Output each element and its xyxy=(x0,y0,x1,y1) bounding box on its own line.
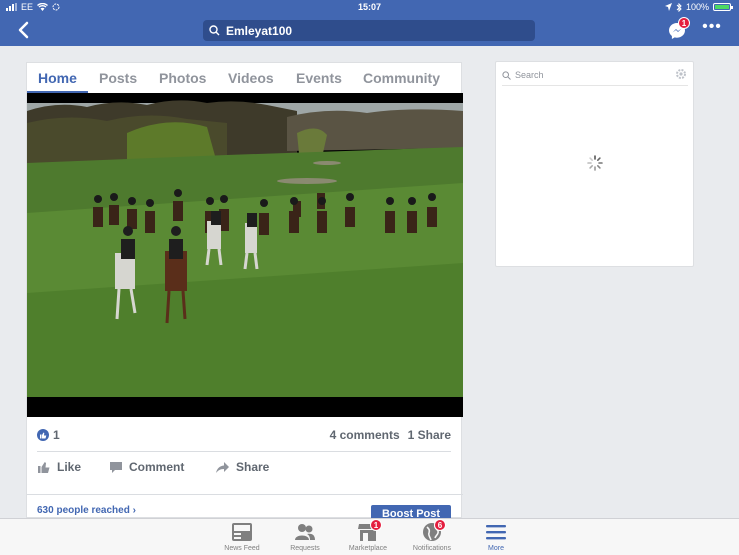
stats-divider xyxy=(37,451,451,452)
people-reached-link[interactable]: 630 people reached › xyxy=(37,505,136,516)
search-icon xyxy=(209,25,220,36)
like-label: Like xyxy=(57,460,82,474)
back-icon[interactable] xyxy=(16,20,30,40)
tab-videos[interactable]: Videos xyxy=(228,63,274,93)
battery-percent: 100% xyxy=(685,2,709,12)
notifications-badge: 6 xyxy=(434,519,446,531)
messenger-button[interactable]: 1 xyxy=(668,17,690,40)
comment-button[interactable]: Comment xyxy=(109,457,215,477)
share-icon xyxy=(216,461,229,473)
status-right: 100% xyxy=(664,2,733,12)
like-count: 1 xyxy=(53,428,60,442)
gear-icon[interactable] xyxy=(675,68,687,80)
search-bar[interactable]: Emleyat100 xyxy=(203,20,535,41)
hamburger-icon xyxy=(486,525,506,540)
tab-events[interactable]: Events xyxy=(296,63,342,93)
tab-more[interactable]: More xyxy=(466,522,526,554)
search-icon xyxy=(502,70,511,80)
like-reaction-icon xyxy=(37,429,49,441)
search-query: Emleyat100 xyxy=(226,23,293,38)
post-actions: Like Comment Share xyxy=(37,457,451,477)
tab-notifications[interactable]: 6 Notifications xyxy=(402,519,462,554)
actions-divider xyxy=(27,494,463,495)
navigation-bar: EE 15:07 100% Emleyat100 1 ••• xyxy=(0,0,739,46)
reach-text: 630 people reached xyxy=(37,505,130,516)
status-bar: EE 15:07 100% xyxy=(0,0,739,14)
page-search-panel: Search xyxy=(495,61,694,267)
share-label: Share xyxy=(236,460,270,474)
like-summary[interactable]: 1 xyxy=(37,428,60,442)
page-tabs: Home Posts Photos Videos Events Communit… xyxy=(27,63,463,93)
news-feed-icon xyxy=(232,523,252,541)
location-icon xyxy=(664,3,672,11)
search-divider xyxy=(502,85,688,86)
battery-icon xyxy=(713,3,733,11)
horses-photo xyxy=(27,93,463,417)
friends-icon xyxy=(295,524,315,540)
page-search-input[interactable]: Search xyxy=(502,68,688,82)
marketplace-icon-wrap: 1 xyxy=(357,519,382,542)
comment-label: Comment xyxy=(129,460,185,474)
post-photo[interactable] xyxy=(27,93,463,417)
thumbs-up-icon xyxy=(38,462,50,473)
tab-home[interactable]: Home xyxy=(27,63,88,93)
share-button[interactable]: Share xyxy=(215,457,295,477)
notifications-icon-wrap: 6 xyxy=(421,519,446,542)
requests-label: Requests xyxy=(290,545,320,552)
tab-marketplace[interactable]: 1 Marketplace xyxy=(338,519,398,554)
news-feed-label: News Feed xyxy=(224,545,260,552)
chevron-right-icon: › xyxy=(132,505,136,516)
search-placeholder: Search xyxy=(515,70,544,80)
notifications-label: Notifications xyxy=(412,545,452,552)
post-stats: 1 4 comments 1 Share xyxy=(37,427,451,443)
tab-requests[interactable]: Requests xyxy=(275,522,335,554)
marketplace-label: Marketplace xyxy=(348,545,388,552)
messenger-badge: 1 xyxy=(678,17,690,29)
tab-photos[interactable]: Photos xyxy=(159,63,206,93)
more-label: More xyxy=(488,545,504,552)
loading-spinner-icon xyxy=(587,155,603,171)
shares-count[interactable]: 1 Share xyxy=(408,428,451,442)
comments-count[interactable]: 4 comments xyxy=(330,428,400,442)
bottom-tab-bar: News Feed Requests 1 Marketplace 6 Notif… xyxy=(0,518,739,555)
boost-post-button[interactable]: Boost Post xyxy=(371,505,451,519)
tab-posts[interactable]: Posts xyxy=(99,63,137,93)
tab-news-feed[interactable]: News Feed xyxy=(212,522,272,554)
status-time: 15:07 xyxy=(357,2,382,12)
marketplace-badge: 1 xyxy=(370,519,382,531)
comment-icon xyxy=(110,462,122,473)
tab-community[interactable]: Community xyxy=(363,63,440,93)
bluetooth-icon xyxy=(676,2,682,12)
more-options-icon[interactable]: ••• xyxy=(702,19,722,36)
like-button[interactable]: Like xyxy=(37,457,109,477)
page-card: Home Posts Photos Videos Events Communit… xyxy=(26,62,463,519)
